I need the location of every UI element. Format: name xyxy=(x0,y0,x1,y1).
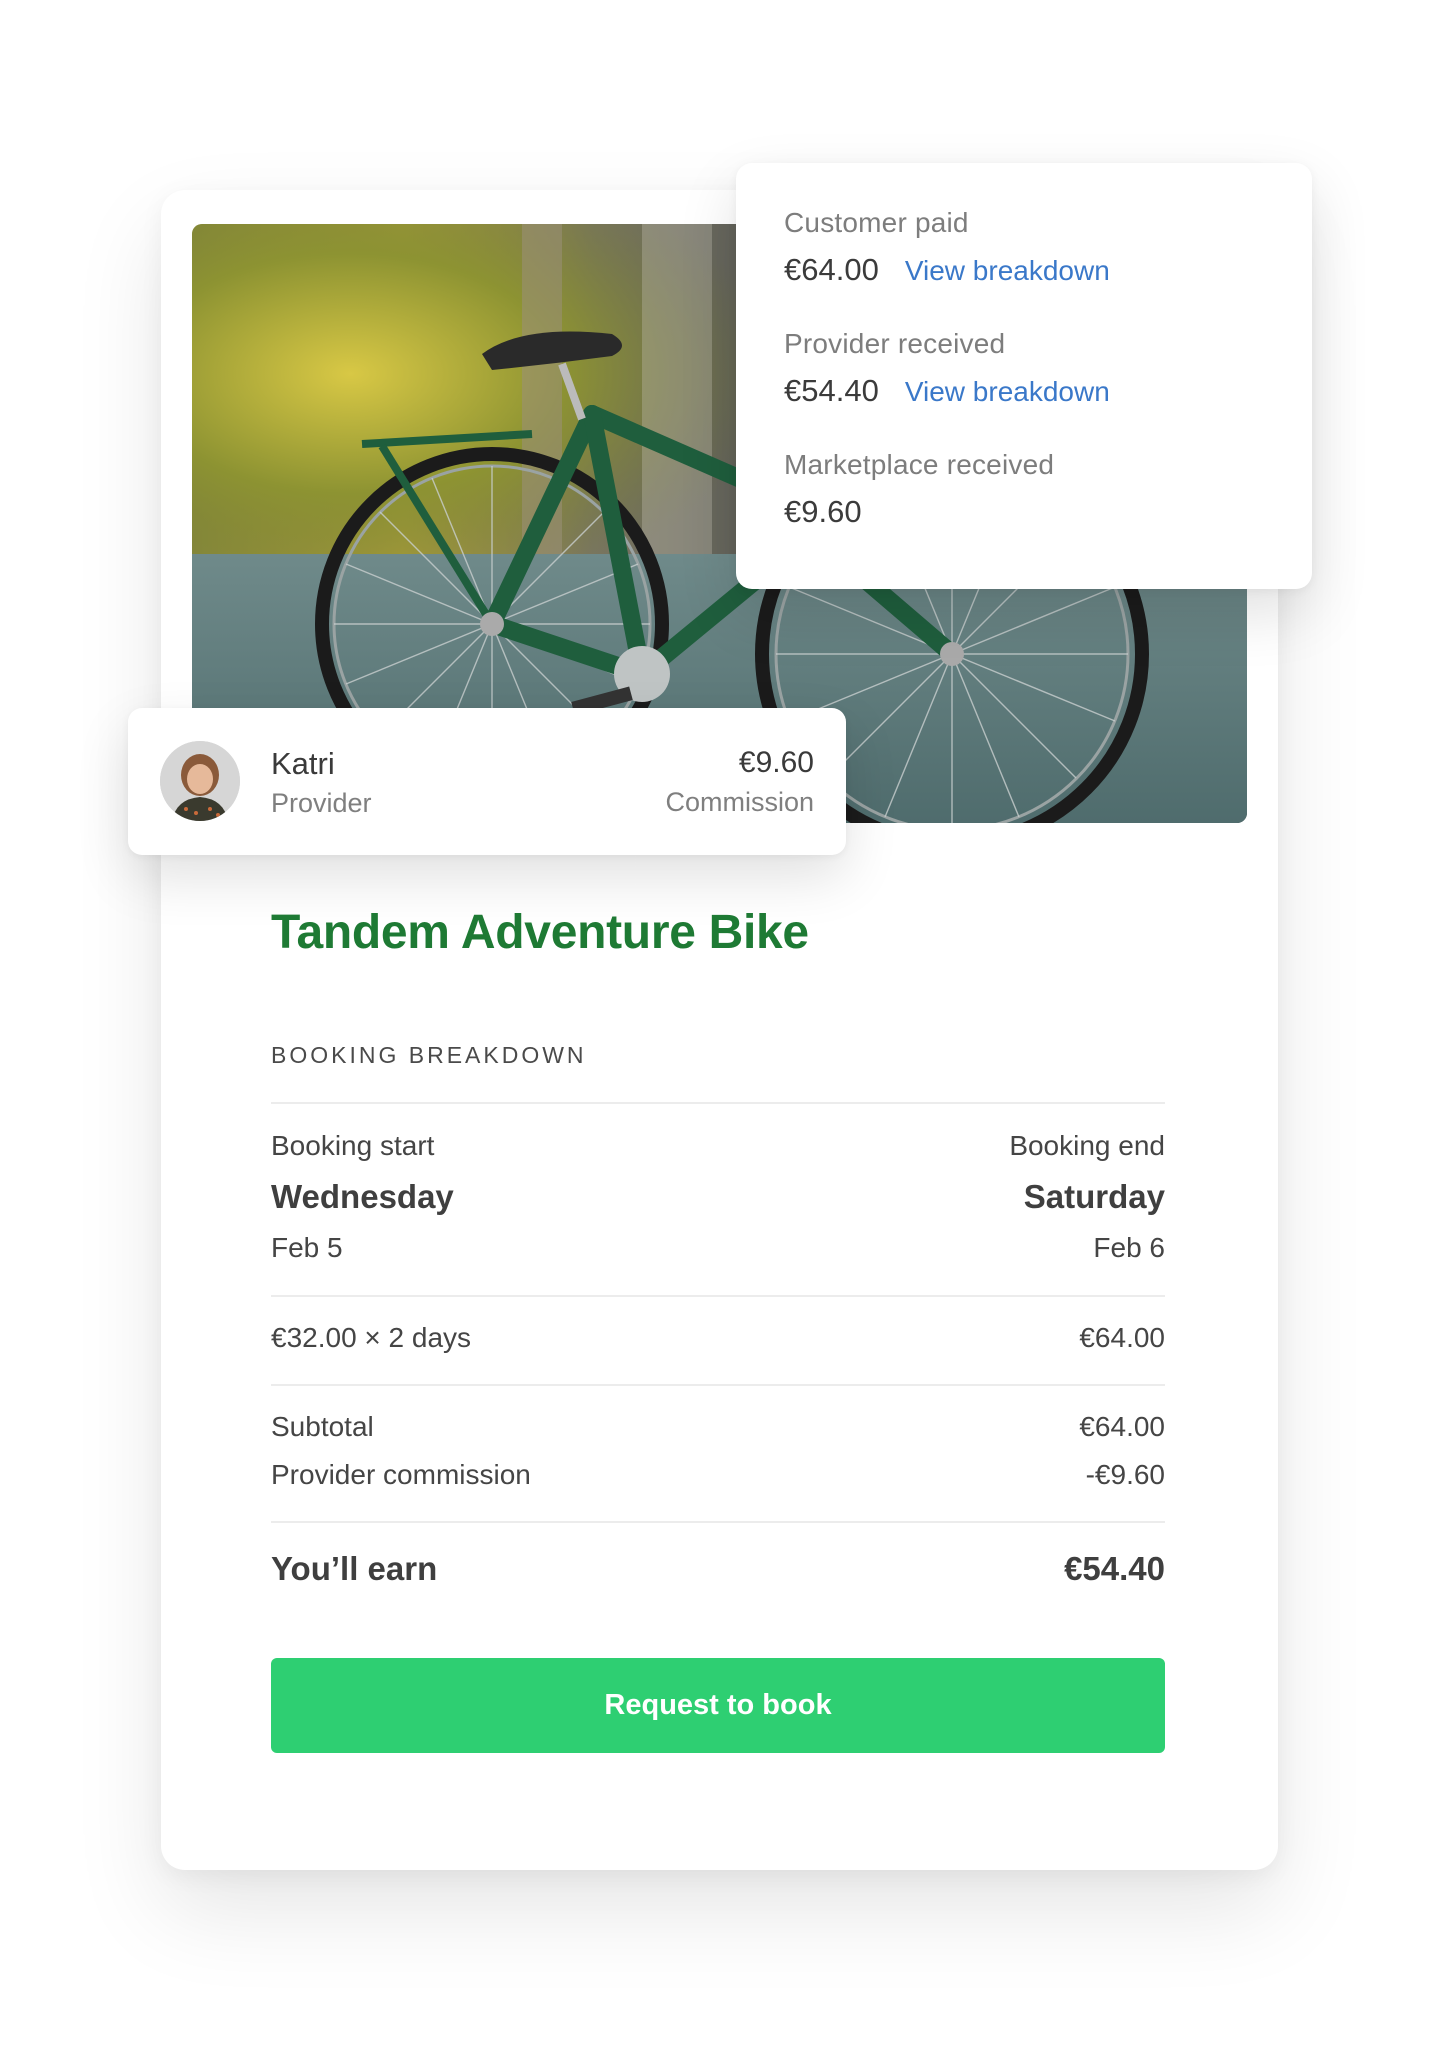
booking-end-day: Saturday xyxy=(1023,1178,1165,1215)
customer-paid-group: Customer paid €64.00 View breakdown xyxy=(784,206,1264,289)
marketplace-received-amount: €9.60 xyxy=(784,494,862,529)
provider-received-label: Provider received xyxy=(784,328,1006,359)
provider-received-breakdown-link[interactable]: View breakdown xyxy=(905,374,1110,410)
provider-received-group: Provider received €54.40 View breakdown xyxy=(784,327,1264,410)
booking-end-label: Booking end xyxy=(1009,1130,1165,1161)
listing-title: Tandem Adventure Bike xyxy=(271,906,809,959)
provider-commission-label: Provider commission xyxy=(271,1459,531,1490)
commission-label: Commission xyxy=(665,787,814,817)
provider-role: Provider xyxy=(271,788,372,818)
booking-start-date: Feb 5 xyxy=(271,1232,343,1263)
customer-paid-breakdown-link[interactable]: View breakdown xyxy=(905,253,1110,289)
marketplace-received-group: Marketplace received €9.60 xyxy=(784,448,1264,530)
divider xyxy=(271,1384,1165,1386)
commission-amount: €9.60 xyxy=(738,746,814,779)
line-item-label: €32.00 × 2 days xyxy=(271,1322,472,1353)
booking-breakdown-heading: BOOKING BREAKDOWN xyxy=(271,1042,587,1068)
booking-start-day: Wednesday xyxy=(271,1178,454,1215)
marketplace-received-label: Marketplace received xyxy=(784,449,1055,480)
booking-start-label: Booking start xyxy=(271,1130,435,1161)
provider-commission-value: -€9.60 xyxy=(1085,1459,1165,1490)
divider xyxy=(271,1102,1165,1104)
line-item-total: €64.00 xyxy=(1079,1322,1165,1353)
provider-card: Katri Provider €9.60 Commission xyxy=(128,708,846,855)
earnings-label: You’ll earn xyxy=(271,1550,438,1587)
subtotal-label: Subtotal xyxy=(271,1411,374,1442)
subtotal-value: €64.00 xyxy=(1079,1411,1165,1442)
divider xyxy=(271,1521,1165,1523)
payout-summary-popover: Customer paid €64.00 View breakdown Prov… xyxy=(736,163,1312,589)
divider xyxy=(271,1295,1165,1297)
customer-paid-amount: €64.00 xyxy=(784,252,879,287)
provider-name: Katri xyxy=(271,746,335,781)
page: Customer paid €64.00 View breakdown Prov… xyxy=(0,0,1440,2064)
booking-end-date: Feb 6 xyxy=(1093,1232,1165,1263)
earnings-value: €54.40 xyxy=(1064,1550,1165,1587)
request-to-book-button[interactable]: Request to book xyxy=(271,1658,1165,1753)
customer-paid-label: Customer paid xyxy=(784,207,969,238)
provider-received-amount: €54.40 xyxy=(784,373,879,408)
avatar xyxy=(160,741,240,821)
